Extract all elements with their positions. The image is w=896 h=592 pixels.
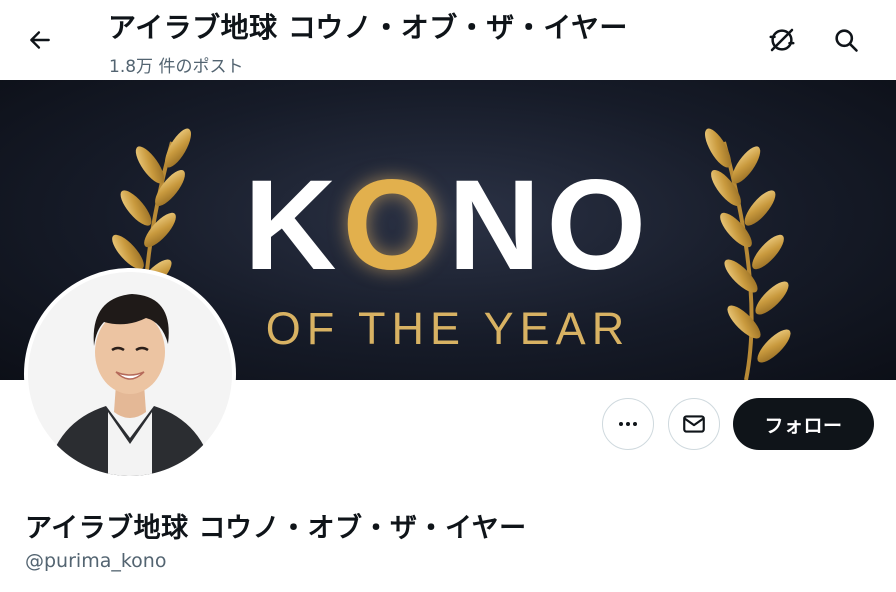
follow-button[interactable]: フォロー — [733, 398, 874, 450]
profile-header: アイラブ地球 コウノ・オブ・ザ・イヤー 1.8万 件のポスト — [0, 0, 896, 80]
message-button[interactable] — [668, 398, 720, 450]
arrow-left-icon — [30, 31, 50, 49]
post-count: 1.8万 件のポスト — [109, 57, 244, 77]
profile-avatar[interactable] — [24, 268, 236, 480]
translate-off-icon — [769, 28, 795, 52]
more-options-button[interactable] — [602, 398, 654, 450]
avatar-photo — [28, 272, 232, 476]
profile-display-name: アイラブ地球 コウノ・オブ・ザ・イヤー — [25, 513, 527, 544]
profile-handle: @purima_kono — [25, 550, 167, 572]
more-horizontal-icon — [619, 422, 637, 426]
search-icon — [835, 29, 858, 52]
search-button[interactable] — [826, 20, 866, 60]
back-button[interactable] — [20, 22, 60, 58]
envelope-icon — [683, 415, 705, 433]
header-title: アイラブ地球 コウノ・オブ・ザ・イヤー — [108, 11, 628, 44]
translate-toggle-button[interactable] — [762, 20, 802, 60]
